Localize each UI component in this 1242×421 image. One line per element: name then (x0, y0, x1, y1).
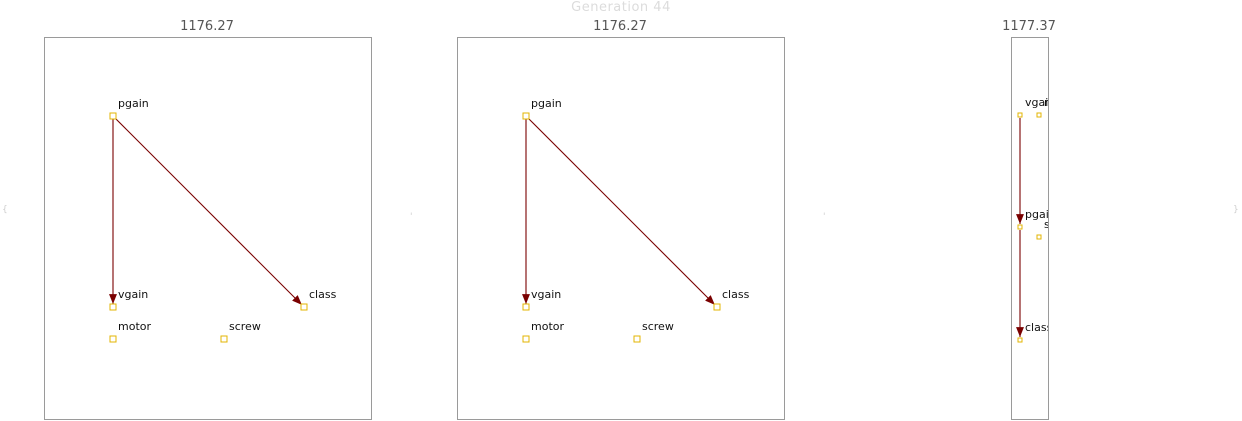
node-vgain (109, 303, 117, 311)
panel-1: pgain vgain class motor screw (44, 37, 372, 420)
separator-mark-2: ' (823, 212, 826, 222)
panel-3-score: 1177.37 (1002, 19, 1056, 34)
panel-3: vgain motor pgain screw class (1011, 37, 1049, 420)
node-pgain (109, 112, 117, 120)
panel-2-score: 1176.27 (593, 19, 647, 34)
node-class (713, 303, 721, 311)
node-screw (633, 335, 641, 343)
separator-mark-1: ' (410, 212, 413, 222)
node-class (1017, 337, 1023, 343)
node-label-vgain: vgain (531, 288, 561, 301)
node-label-class: class (1025, 321, 1049, 334)
node-screw (220, 335, 228, 343)
node-label-class: class (309, 288, 337, 301)
node-screw (1036, 234, 1042, 240)
generation-title: Generation 44 (571, 0, 671, 15)
node-label-class: class (722, 288, 750, 301)
node-vgain (1017, 112, 1023, 118)
node-label-motor: motor (1044, 96, 1049, 109)
node-label-pgain: pgain (531, 97, 562, 110)
node-label-motor: motor (118, 320, 151, 333)
node-label-motor: motor (531, 320, 564, 333)
edge-pgain-to-class (114, 117, 303, 306)
node-vgain (522, 303, 530, 311)
panel-2-network: pgain vgain class motor screw (522, 97, 750, 343)
node-label-screw: screw (229, 320, 261, 333)
node-motor (109, 335, 117, 343)
node-label-pgain: pgain (118, 97, 149, 110)
node-motor (1036, 112, 1042, 118)
node-pgain (1017, 224, 1023, 230)
node-class (300, 303, 308, 311)
panel-1-network: pgain vgain class motor screw (109, 97, 337, 343)
edge-pgain-to-class (527, 117, 716, 306)
node-pgain (522, 112, 530, 120)
panel-2: pgain vgain class motor screw (457, 37, 785, 420)
node-label-screw: screw (1044, 218, 1049, 231)
node-motor (522, 335, 530, 343)
panel-1-score: 1176.27 (180, 19, 234, 34)
left-edge-mark: { (2, 205, 8, 215)
node-label-vgain: vgain (118, 288, 148, 301)
panel-3-network: vgainmotorpgainscrewclass (1016, 96, 1049, 343)
node-label-screw: screw (642, 320, 674, 333)
right-edge-mark: } (1233, 205, 1239, 215)
